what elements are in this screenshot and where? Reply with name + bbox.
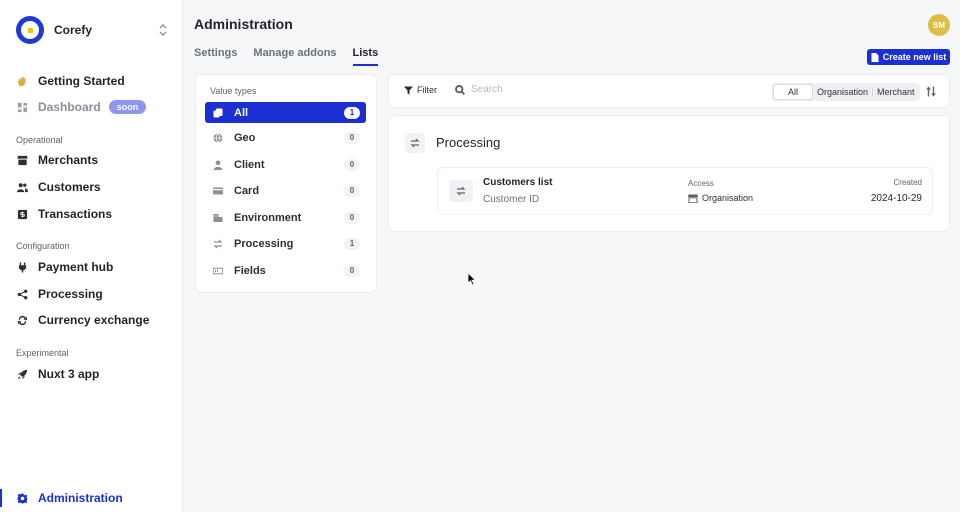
count-badge: 0 bbox=[344, 184, 360, 197]
soon-badge: soon bbox=[108, 100, 147, 114]
input-field-icon bbox=[212, 265, 224, 277]
access-label: Access bbox=[688, 179, 714, 188]
credit-card-icon bbox=[212, 185, 224, 197]
search-box bbox=[455, 84, 591, 95]
arrows-exchange-icon bbox=[212, 238, 224, 250]
sidebar-item-administration[interactable]: Administration bbox=[16, 488, 123, 508]
store-icon bbox=[16, 154, 28, 166]
filter-bar: Filter All Organisation Merchant bbox=[388, 74, 950, 108]
page-title: Administration bbox=[194, 16, 293, 32]
wave-hand-icon bbox=[16, 75, 28, 87]
corefy-logo bbox=[16, 16, 44, 44]
store-icon bbox=[688, 194, 698, 203]
search-icon bbox=[455, 84, 465, 95]
user-avatar[interactable]: SM bbox=[928, 14, 950, 36]
sidebar-item-processing[interactable]: Processing bbox=[16, 284, 103, 304]
count-badge: 1 bbox=[344, 237, 360, 250]
copy-icon bbox=[212, 107, 224, 119]
value-type-client[interactable]: Client 0 bbox=[205, 154, 366, 175]
value-types-panel: Value types All 1 Geo 0 Client 0 Card 0 … bbox=[195, 74, 377, 293]
count-badge: 1 bbox=[344, 106, 360, 119]
document-icon bbox=[871, 52, 879, 62]
sidebar-item-nuxt-3-app[interactable]: Nuxt 3 app bbox=[16, 364, 99, 384]
scope-merchant[interactable]: Merchant bbox=[873, 84, 919, 100]
sidebar-item-dashboard[interactable]: Dashboard soon bbox=[16, 97, 147, 117]
sidebar: Corefy Getting Started Dashboard soon Op… bbox=[0, 0, 183, 512]
list-name: Customers list bbox=[483, 177, 553, 188]
org-switcher[interactable]: Corefy bbox=[16, 16, 168, 44]
tab-manage-addons[interactable]: Manage addons bbox=[253, 47, 336, 66]
arrows-exchange-icon bbox=[449, 180, 473, 202]
gear-icon bbox=[16, 492, 28, 504]
arrows-exchange-icon bbox=[405, 133, 425, 153]
section-operational: Operational bbox=[16, 135, 63, 145]
count-badge: 0 bbox=[344, 158, 360, 171]
rocket-icon bbox=[16, 368, 28, 380]
sidebar-item-getting-started[interactable]: Getting Started bbox=[16, 71, 125, 91]
dashboard-icon bbox=[16, 101, 28, 113]
list-value-type: Customer ID bbox=[483, 194, 540, 205]
count-badge: 0 bbox=[344, 264, 360, 277]
sort-icon[interactable] bbox=[926, 86, 936, 100]
tab-settings[interactable]: Settings bbox=[194, 47, 237, 66]
scope-organisation[interactable]: Organisation bbox=[813, 84, 872, 100]
tab-lists[interactable]: Lists bbox=[352, 47, 379, 66]
scope-selector: All Organisation Merchant bbox=[772, 83, 920, 101]
share-nodes-icon bbox=[16, 288, 28, 300]
search-input[interactable] bbox=[471, 84, 591, 95]
count-badge: 0 bbox=[344, 211, 360, 224]
chevron-up-down-icon[interactable] bbox=[158, 23, 168, 37]
created-label: Created bbox=[893, 178, 922, 187]
org-name: Corefy bbox=[54, 23, 93, 37]
filter-button[interactable]: Filter bbox=[404, 85, 437, 95]
value-type-geo[interactable]: Geo 0 bbox=[205, 127, 366, 148]
exchange-icon bbox=[16, 314, 28, 326]
value-types-title: Value types bbox=[210, 86, 257, 96]
list-group-processing: Processing Customers list Customer ID Ac… bbox=[388, 115, 950, 232]
access-value: Organisation bbox=[688, 193, 753, 203]
create-new-list-button[interactable]: Create new list bbox=[867, 49, 950, 65]
filter-icon bbox=[404, 86, 413, 94]
server-icon bbox=[212, 212, 224, 224]
active-indicator bbox=[0, 489, 2, 507]
users-icon bbox=[16, 181, 28, 193]
sidebar-item-transactions[interactable]: Transactions bbox=[16, 204, 112, 224]
group-title: Processing bbox=[436, 135, 501, 150]
value-type-all[interactable]: All 1 bbox=[205, 102, 366, 123]
sidebar-item-currency-exchange[interactable]: Currency exchange bbox=[16, 310, 149, 330]
sidebar-item-payment-hub[interactable]: Payment hub bbox=[16, 257, 113, 277]
created-date: 2024-10-29 bbox=[870, 193, 922, 204]
value-type-fields[interactable]: Fields 0 bbox=[205, 260, 366, 281]
plug-icon bbox=[16, 261, 28, 273]
mouse-cursor-icon bbox=[467, 272, 477, 286]
dollar-icon bbox=[16, 208, 28, 220]
globe-icon bbox=[212, 132, 224, 144]
person-icon bbox=[212, 159, 224, 171]
sidebar-item-merchants[interactable]: Merchants bbox=[16, 150, 98, 170]
tab-bar: Settings Manage addons Lists bbox=[194, 47, 394, 67]
sidebar-item-customers[interactable]: Customers bbox=[16, 177, 101, 197]
value-type-environment[interactable]: Environment 0 bbox=[205, 207, 366, 228]
section-experimental: Experimental bbox=[16, 348, 69, 358]
section-configuration: Configuration bbox=[16, 241, 70, 251]
value-type-processing[interactable]: Processing 1 bbox=[205, 233, 366, 254]
list-item-customers-list[interactable]: Customers list Customer ID Access Organi… bbox=[437, 167, 933, 215]
scope-all[interactable]: All bbox=[773, 84, 813, 100]
value-type-card[interactable]: Card 0 bbox=[205, 180, 366, 201]
count-badge: 0 bbox=[344, 131, 360, 144]
